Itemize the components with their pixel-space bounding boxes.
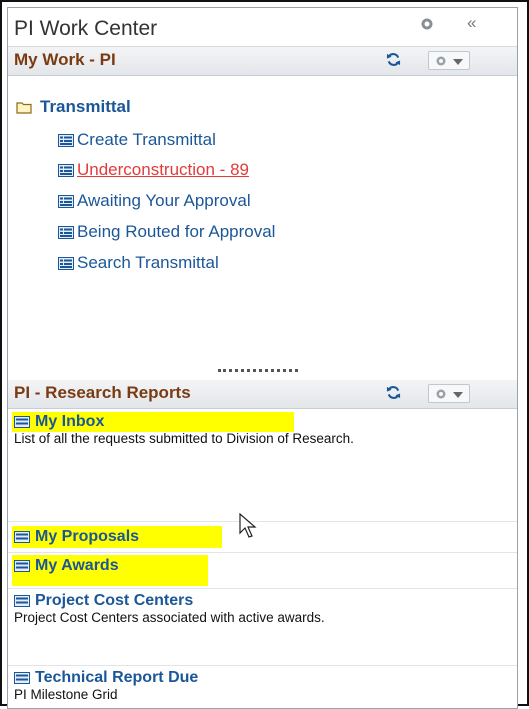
link-underconstruction[interactable]: Underconstruction - 89 <box>58 160 249 180</box>
link-being-routed[interactable]: Being Routed for Approval <box>58 222 275 242</box>
link-label: Underconstruction - 89 <box>77 160 249 179</box>
list-icon <box>58 163 74 177</box>
report-my-proposals[interactable]: My Proposals <box>8 522 517 553</box>
report-title-row: My Inbox <box>8 410 517 431</box>
list-icon <box>14 531 30 543</box>
refresh-icon[interactable] <box>386 52 401 67</box>
my-work-body: Transmittal Create Transmittal Undercons… <box>8 76 517 351</box>
chevron-down-icon <box>453 392 463 398</box>
link-create-transmittal[interactable]: Create Transmittal <box>58 130 216 150</box>
screenshot-frame: PI Work Center « My Work - PI Transmitta… <box>0 0 529 709</box>
double-chevron-left-icon[interactable]: « <box>467 13 476 33</box>
reports-title: PI - Research Reports <box>14 383 191 402</box>
my-work-pagelet-header: My Work - PI <box>8 47 517 76</box>
link-label: Search Transmittal <box>77 253 219 272</box>
report-title-row: Project Cost Centers <box>8 589 517 610</box>
list-icon <box>58 194 74 208</box>
link-label: Awaiting Your Approval <box>77 191 251 210</box>
list-icon <box>58 256 74 270</box>
chevron-down-icon <box>453 59 463 65</box>
reports-pagelet-header: PI - Research Reports <box>8 380 517 409</box>
transmittal-folder[interactable]: Transmittal <box>16 97 131 117</box>
report-description: PI Milestone Grid <box>14 687 118 702</box>
page-title: PI Work Center <box>14 17 158 40</box>
report-title: Technical Report Due <box>35 669 199 686</box>
report-description: List of all the requests submitted to Di… <box>14 431 354 446</box>
report-my-inbox[interactable]: My Inbox List of all the requests submit… <box>8 410 517 538</box>
reports-list: My Inbox List of all the requests submit… <box>8 410 517 708</box>
report-title: Project Cost Centers <box>35 592 194 609</box>
report-description: Project Cost Centers associated with act… <box>14 610 325 625</box>
report-title-row: My Proposals <box>8 522 517 546</box>
report-title: My Inbox <box>35 413 105 430</box>
report-project-cost-centers[interactable]: Project Cost Centers Project Cost Center… <box>8 589 517 666</box>
gear-dropdown-icon <box>436 389 446 399</box>
resize-handle[interactable] <box>218 369 298 376</box>
report-technical-report-due[interactable]: Technical Report Due PI Milestone Grid <box>8 666 517 708</box>
link-awaiting-approval[interactable]: Awaiting Your Approval <box>58 191 251 211</box>
refresh-icon[interactable] <box>386 385 401 400</box>
report-title: My Awards <box>35 557 119 574</box>
report-title-row: My Awards <box>8 553 517 575</box>
folder-icon <box>16 101 32 114</box>
gear-icon[interactable] <box>420 17 434 31</box>
list-icon <box>14 595 30 607</box>
work-center-header: PI Work Center « <box>8 8 517 47</box>
report-title: My Proposals <box>35 528 140 545</box>
list-icon <box>58 133 74 147</box>
reports-options-button[interactable] <box>428 384 470 403</box>
link-label: Create Transmittal <box>77 130 216 149</box>
work-center-panel: PI Work Center « My Work - PI Transmitta… <box>7 7 518 709</box>
my-work-title: My Work - PI <box>14 50 116 69</box>
link-search-transmittal[interactable]: Search Transmittal <box>58 253 219 273</box>
gear-dropdown-icon <box>436 56 446 66</box>
my-work-options-button[interactable] <box>428 51 470 70</box>
list-icon <box>14 416 30 428</box>
folder-label: Transmittal <box>40 97 131 116</box>
list-icon <box>14 672 30 684</box>
link-label: Being Routed for Approval <box>77 222 276 241</box>
list-icon <box>14 560 30 572</box>
list-icon <box>58 225 74 239</box>
report-title-row: Technical Report Due <box>8 666 517 687</box>
report-my-awards[interactable]: My Awards <box>8 553 517 589</box>
